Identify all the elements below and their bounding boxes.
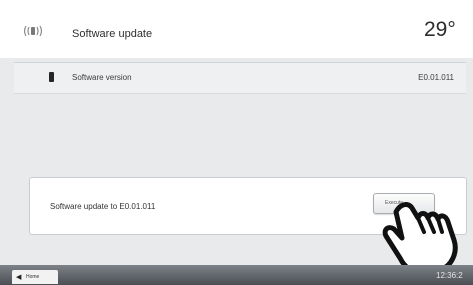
software-version-row: Software version E0.01.011 — [14, 62, 466, 94]
vibration-wave-icon — [22, 24, 44, 43]
temperature-readout: 29° — [424, 18, 456, 41]
left-arrow-icon: ◀ — [16, 274, 22, 281]
header-bar: Software update 29° — [0, 0, 473, 58]
device-icon — [49, 72, 54, 82]
home-tab[interactable]: ◀ Home — [12, 270, 58, 284]
software-version-label: Software version — [72, 73, 132, 82]
software-version-value: E0.01.011 — [418, 73, 454, 82]
update-target-label: Software update to E0.01.011 — [50, 202, 156, 211]
page-title: Software update — [72, 28, 153, 40]
clock: 12:36:2 — [436, 271, 463, 280]
home-label: Home — [26, 274, 40, 280]
footer-bar: ◀ Home 12:36:2 — [0, 265, 473, 285]
